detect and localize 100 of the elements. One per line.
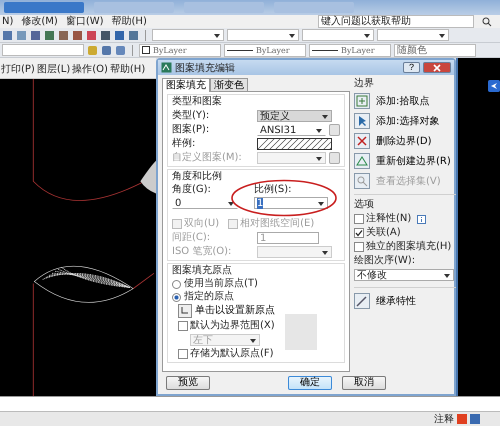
caret-icon [364,34,370,38]
checkbox-label: 独立的图案填充(H) [366,241,452,253]
checkbox-label: 默认为边界范围(X) [190,320,275,332]
field-label: ISO 笔宽(O): [172,246,232,258]
style-combo[interactable] [227,29,299,41]
layer-icon[interactable] [101,44,112,56]
group-title: 类型和图案 [172,96,223,108]
menu-item[interactable]: 操作(O) [72,64,108,76]
boundary-button[interactable]: 添加:拾取点 [354,92,458,110]
draw-order-dropdown[interactable]: 不修改 [354,269,454,281]
linetype-combo[interactable]: ByLayer [224,44,306,56]
angle-dropdown[interactable]: 0 [172,197,238,209]
pattern-dropdown[interactable]: ANSI31 [257,124,326,136]
style-combo[interactable] [302,29,374,41]
checkbox[interactable] [178,321,188,331]
checkbox-label: 关联(A) [366,227,401,239]
dialog-button[interactable]: 取消 [342,376,386,390]
caret-icon [316,128,322,132]
menu-item[interactable]: 修改(M) [21,16,58,28]
caret-icon [289,34,295,38]
toolbar-icon[interactable] [44,30,55,40]
menu-item[interactable]: 图层(L) [36,64,70,76]
field-label: 角度(G): [172,184,212,196]
layer-icon[interactable] [87,44,98,56]
toolbar-icon[interactable] [128,30,139,40]
search-icon [354,173,370,189]
caret-icon [214,34,220,38]
toolbar-icon[interactable] [58,30,69,40]
group-title: 角度和比例 [172,171,223,183]
boundary-button[interactable]: 添加:选择对象 [354,112,458,130]
menu-item[interactable]: 窗口(W) [66,16,104,28]
radio-button[interactable] [172,280,181,288]
field-label: 类型(Y): [172,110,210,122]
dialog-title: 图案填充编辑 [175,62,235,74]
inherit-properties-button[interactable]: 继承特性 [354,292,458,310]
caret-icon [322,114,328,118]
toolbar-icon[interactable] [2,30,13,40]
browse-button[interactable] [328,152,340,164]
checkbox-label: 注释性(N) [366,213,412,225]
cross-icon [354,133,370,149]
checkbox-label: 双向(U) [184,218,220,230]
tab[interactable]: 图案填充 [162,78,210,92]
close-icon [433,64,441,72]
style-combo[interactable] [152,29,224,41]
checkbox[interactable] [354,228,364,238]
radio-button[interactable] [172,292,181,302]
layer-combo[interactable] [2,44,84,56]
app-icon [161,62,172,73]
checkbox-label: 相对图纸空间(E) [240,218,314,230]
browse-button[interactable] [328,124,340,136]
tab[interactable]: 渐变色 [210,78,248,91]
dialog-button[interactable]: 预览 [166,376,210,390]
brush-icon [354,293,370,309]
boundary-button[interactable]: 重新创建边界(R) [354,152,458,170]
toolbar-icon[interactable] [72,30,83,40]
lineweight-combo[interactable]: ByLayer [309,44,391,56]
boundary-button[interactable]: 删除边界(D) [354,132,458,150]
radio-label: 使用当前原点(T) [184,278,258,290]
menu-item[interactable]: 帮助(H) [110,64,146,76]
checkbox[interactable] [178,349,188,359]
field-label: 绘图次序(W): [354,255,416,267]
field-label: 样例: [172,138,196,150]
layer-icon[interactable] [115,44,126,56]
group-title: 选项 [354,199,375,211]
toolbar-icon[interactable] [86,30,97,40]
field-label: 图案(P): [172,124,210,136]
radio-label: 指定的原点 [184,291,234,303]
toolbar-icon[interactable] [114,30,125,40]
menu-item[interactable]: 帮助(H) [112,16,147,28]
caret-icon [318,202,324,206]
dialog-button[interactable]: 确定 [288,376,332,390]
color-combo[interactable]: ByLayer [139,44,221,56]
pattern-swatch[interactable] [257,138,332,150]
cursor-icon [354,113,370,129]
menu-item[interactable]: N) [2,16,14,28]
caret-icon [316,156,322,160]
caret-icon [439,34,445,38]
arrow-icon[interactable] [488,80,500,92]
search-icon[interactable] [482,16,492,26]
plotstyle-combo[interactable]: 随颜色 [394,44,476,56]
menu-item[interactable]: 打印(P) [1,64,35,76]
group-title: 边界 [354,78,375,90]
help-button[interactable]: ? [402,62,420,73]
field-label: 自定义图案(M): [172,152,243,164]
toolbar-icon[interactable] [100,30,111,40]
caret-icon [250,339,256,343]
group-title: 图案填充原点 [172,265,233,277]
checkbox[interactable] [354,242,364,252]
toolbar-icon[interactable] [30,30,41,40]
scale-dropdown[interactable]: 1 [254,197,328,209]
help-search-field[interactable]: 键入问题以获取帮助 [318,15,474,28]
checkbox[interactable] [354,214,364,224]
origin-preview [284,314,317,350]
info-icon[interactable] [417,214,426,224]
close-button[interactable] [423,62,451,73]
type-dropdown[interactable]: 预定义 [257,110,332,122]
checkbox-label: 存储为默认原点(F) [190,348,274,360]
set-origin-button[interactable]: 单击以设置新原点 [195,305,275,317]
style-combo[interactable] [377,29,449,41]
caret-icon [444,274,450,278]
